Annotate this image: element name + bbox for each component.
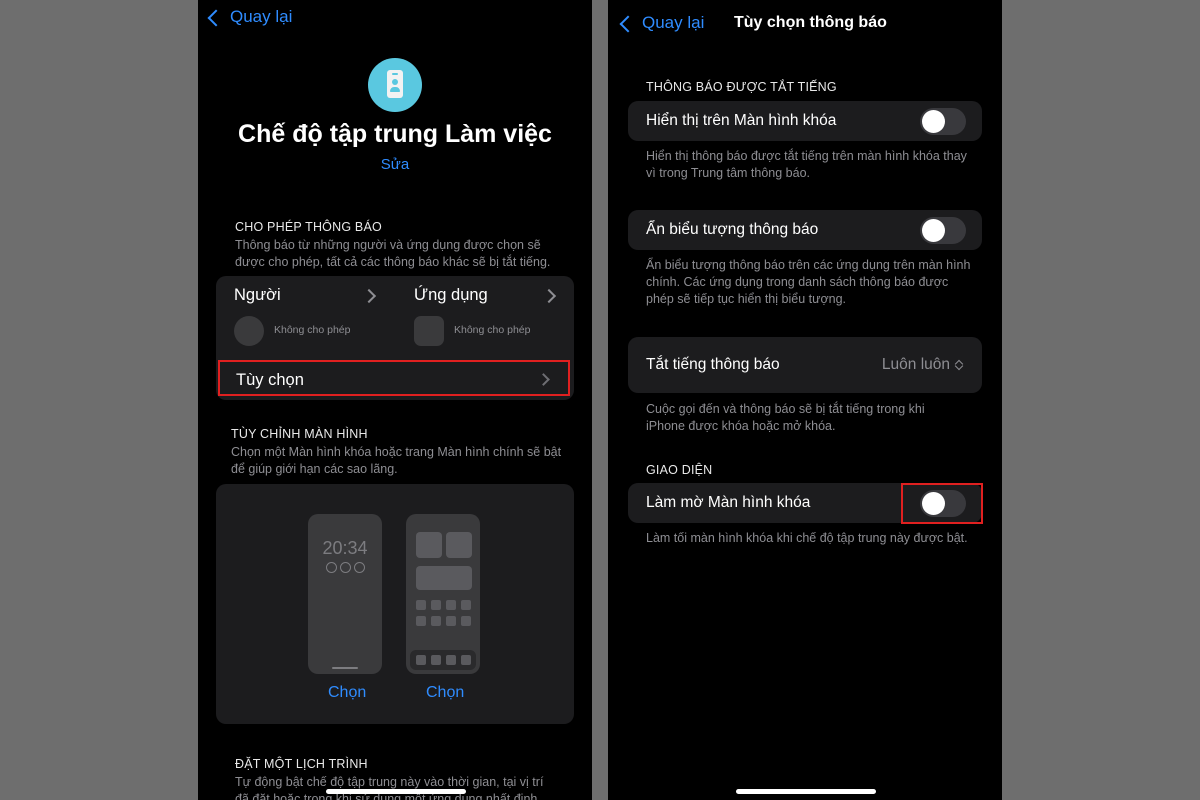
lock-time: 20:34 bbox=[322, 538, 368, 558]
silence-notifications-value: Luôn luôn bbox=[881, 356, 950, 373]
choose-lock-screen-button[interactable]: Chọn bbox=[328, 684, 366, 702]
hide-badges-toggle[interactable] bbox=[920, 217, 966, 244]
focus-settings-screen: Quay lại Chế độ tập trung Làm việc Sửa C… bbox=[198, 0, 592, 800]
page-title: Chế độ tập trung Làm việc bbox=[238, 120, 552, 148]
silence-notifications-label: Tắt tiếng thông báo bbox=[646, 356, 780, 373]
dock bbox=[410, 650, 476, 670]
customize-screens-heading: TÙY CHỈNH MÀN HÌNH bbox=[231, 427, 368, 441]
allow-notifications-description: Thông báo từ những người và ứng dụng đượ… bbox=[235, 238, 551, 269]
back-label: Quay lại bbox=[642, 13, 705, 32]
lock-screen-preview[interactable]: 20:34 bbox=[308, 514, 382, 674]
silence-notifications-description: Cuộc gọi đến và thông báo sẽ bị tắt tiến… bbox=[646, 402, 925, 433]
chevron-right-icon bbox=[361, 288, 377, 304]
chevron-right-icon bbox=[537, 373, 550, 386]
appearance-heading: GIAO DIỆN bbox=[646, 463, 713, 477]
chevron-up-down-icon bbox=[954, 356, 964, 374]
chevron-right-icon bbox=[541, 288, 557, 304]
silence-notifications-row[interactable]: Tắt tiếng thông báo Luôn luôn bbox=[628, 337, 982, 393]
people-button[interactable]: Người Không cho phép bbox=[216, 276, 394, 358]
schedule-heading: ĐẶT MỘT LỊCH TRÌNH bbox=[235, 757, 368, 771]
dim-lock-screen-label: Làm mờ Màn hình khóa bbox=[646, 494, 811, 511]
back-label: Quay lại bbox=[230, 7, 293, 26]
home-indicator[interactable] bbox=[326, 789, 466, 794]
work-focus-icon bbox=[368, 58, 422, 112]
people-label: Người bbox=[234, 286, 281, 304]
people-status: Không cho phép bbox=[274, 324, 351, 336]
notification-options-screen: Quay lại Tùy chọn thông báo THÔNG BÁO ĐƯ… bbox=[608, 0, 1002, 800]
chevron-left-icon bbox=[207, 9, 225, 26]
options-label: Tùy chọn bbox=[236, 371, 304, 389]
nav-title: Tùy chọn thông báo bbox=[734, 14, 887, 31]
highlight-box bbox=[901, 483, 983, 524]
silenced-notifications-heading: THÔNG BÁO ĐƯỢC TẮT TIẾNG bbox=[646, 80, 837, 94]
show-on-lock-screen-toggle[interactable] bbox=[920, 108, 966, 135]
person-placeholder-icon bbox=[234, 316, 264, 346]
screens-card: 20:34 Chọn Chọn bbox=[216, 484, 574, 724]
schedule-description: Tự động bật chế độ tập trung này vào thờ… bbox=[235, 775, 544, 800]
app-placeholder-icon bbox=[414, 316, 444, 346]
apps-label: Ứng dụng bbox=[414, 286, 488, 304]
customize-screens-description: Chọn một Màn hình khóa hoặc trang Màn hì… bbox=[231, 445, 562, 476]
home-screen-preview[interactable] bbox=[406, 514, 480, 674]
show-on-lock-screen-label: Hiển thị trên Màn hình khóa bbox=[646, 112, 837, 129]
options-row[interactable]: Tùy chọn bbox=[218, 360, 570, 396]
show-on-lock-screen-row: Hiển thị trên Màn hình khóa bbox=[628, 101, 982, 141]
chevron-left-icon bbox=[619, 15, 637, 32]
back-button[interactable]: Quay lại bbox=[207, 7, 293, 27]
show-on-lock-screen-description: Hiển thị thông báo được tắt tiếng trên m… bbox=[646, 149, 967, 180]
apps-status: Không cho phép bbox=[454, 324, 531, 336]
hide-badges-row: Ẩn biểu tượng thông báo bbox=[628, 210, 982, 250]
apps-button[interactable]: Ứng dụng Không cho phép bbox=[396, 276, 574, 358]
hide-badges-description: Ẩn biểu tượng thông báo trên các ứng dụn… bbox=[646, 258, 971, 306]
home-indicator[interactable] bbox=[736, 789, 876, 794]
choose-home-screen-button[interactable]: Chọn bbox=[426, 684, 464, 702]
widget-circles-icon bbox=[326, 562, 365, 573]
back-button[interactable]: Quay lại bbox=[619, 13, 705, 33]
edit-button[interactable]: Sửa bbox=[198, 156, 592, 173]
hide-badges-label: Ẩn biểu tượng thông báo bbox=[646, 221, 819, 238]
dim-lock-screen-description: Làm tối màn hình khóa khi chế độ tập tru… bbox=[646, 531, 968, 545]
allow-notifications-heading: CHO PHÉP THÔNG BÁO bbox=[235, 220, 382, 234]
